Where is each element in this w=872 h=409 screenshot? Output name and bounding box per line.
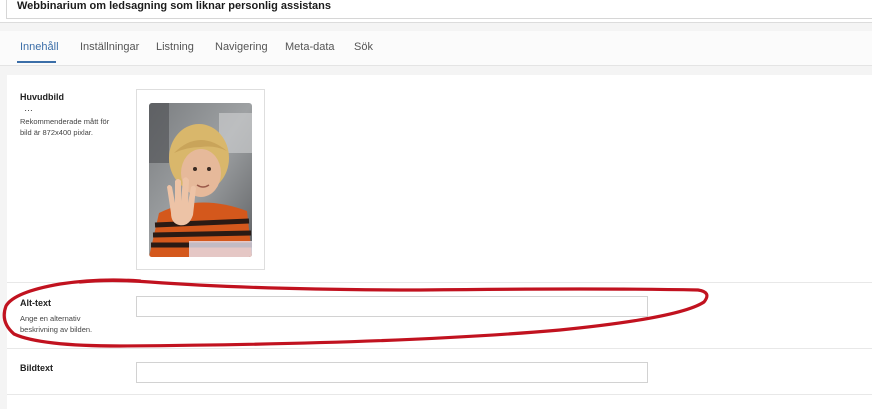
alt-text-input[interactable] [136, 296, 648, 317]
caption-input[interactable] [136, 362, 648, 383]
tab-meta-data[interactable]: Meta-data [285, 41, 335, 53]
row-divider [7, 282, 872, 283]
tab-installningar[interactable]: Inställningar [80, 41, 139, 53]
main-image-label: Huvudbild [20, 92, 64, 102]
tab-listning[interactable]: Listning [156, 41, 194, 53]
tab-innehall[interactable]: Innehåll [20, 41, 59, 53]
photo-of-child-waving-icon [149, 103, 252, 257]
row-divider [7, 394, 872, 395]
alt-text-help: Ange en alternativ beskrivning av bilden… [20, 314, 93, 334]
active-tab-indicator [17, 61, 56, 63]
caption-label: Bildtext [20, 363, 54, 373]
main-image-menu-icon[interactable]: … [24, 103, 33, 113]
tab-bar: Innehåll Inställningar Listning Navigeri… [0, 31, 872, 66]
title-bar: Webbinarium om ledsagning som liknar per… [0, 0, 872, 23]
main-image-help: Rekommenderade mått för bild är 872x400 … [20, 117, 110, 137]
page-title-input[interactable]: Webbinarium om ledsagning som liknar per… [6, 0, 872, 19]
main-image-photo[interactable] [149, 103, 252, 257]
row-divider [7, 348, 872, 349]
alt-text-label: Alt-text [20, 298, 51, 308]
tab-sok[interactable]: Sök [354, 41, 373, 53]
page-title-value: Webbinarium om ledsagning som liknar per… [17, 0, 331, 12]
tab-navigering[interactable]: Navigering [215, 41, 268, 53]
